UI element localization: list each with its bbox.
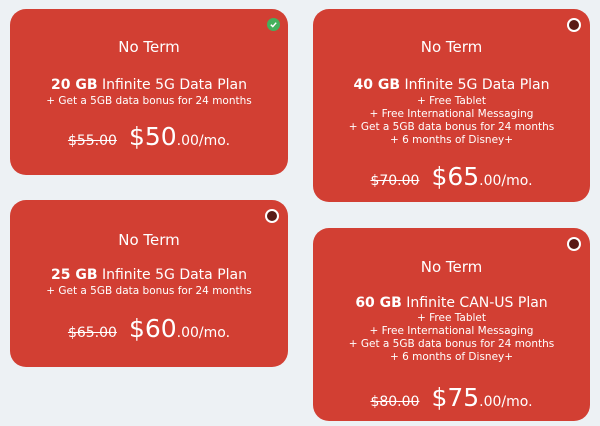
plan-extras: + Get a 5GB data bonus for 24 months	[10, 285, 288, 298]
old-price: $55.00	[67, 133, 117, 149]
price-row: $70.00 $65 .00/mo.	[313, 162, 590, 191]
new-price-suffix: .00/mo.	[479, 173, 533, 189]
radio-icon[interactable]	[567, 18, 581, 32]
old-price: $80.00	[370, 394, 420, 410]
plan-extras: + Free Tablet + Free International Messa…	[313, 312, 590, 364]
price-row: $80.00 $75 .00/mo.	[313, 383, 590, 412]
new-price-suffix: .00/mo.	[176, 133, 231, 149]
price-row: $65.00 $60 .00/mo.	[10, 314, 288, 343]
plan-card-60gb[interactable]: No Term 60 GB Infinite CAN-US Plan + Fre…	[313, 228, 590, 421]
extra-item: + 6 months of Disney+	[389, 134, 514, 146]
plan-title: 60 GB Infinite CAN-US Plan	[355, 295, 548, 311]
term-label: No Term	[118, 231, 180, 249]
plan-card-40gb[interactable]: No Term 40 GB Infinite 5G Data Plan + Fr…	[313, 9, 590, 202]
term-label: No Term	[118, 38, 180, 56]
price-row: $55.00 $50 .00/mo.	[10, 122, 288, 151]
term-label: No Term	[420, 258, 483, 276]
old-price: $65.00	[67, 325, 117, 341]
new-price-suffix: .00/mo.	[176, 325, 231, 341]
extra-item: + Get a 5GB data bonus for 24 months	[348, 121, 555, 133]
plan-card-20gb[interactable]: No Term 20 GB Infinite 5G Data Plan + Ge…	[10, 9, 288, 175]
new-price: $65	[431, 162, 480, 191]
extra-item: + Get a 5GB data bonus for 24 months	[348, 338, 555, 350]
extra-item: + Free International Messaging	[369, 108, 534, 120]
plan-title: 40 GB Infinite 5G Data Plan	[353, 77, 550, 93]
check-circle-icon	[267, 18, 280, 31]
plan-extras: + Get a 5GB data bonus for 24 months	[10, 95, 288, 108]
extra-item: + Get a 5GB data bonus for 24 months	[46, 95, 252, 107]
radio-icon[interactable]	[567, 237, 581, 251]
radio-icon[interactable]	[265, 209, 279, 223]
plan-card-25gb[interactable]: No Term 25 GB Infinite 5G Data Plan + Ge…	[10, 200, 288, 367]
extra-item: + Free Tablet	[416, 312, 487, 324]
plan-extras: + Free Tablet + Free International Messa…	[313, 95, 590, 147]
new-price-suffix: .00/mo.	[479, 394, 533, 410]
old-price: $70.00	[370, 173, 420, 189]
extra-item: + Free International Messaging	[369, 325, 534, 337]
new-price: $50	[128, 122, 177, 151]
new-price: $60	[128, 314, 177, 343]
new-price: $75	[431, 383, 480, 412]
plan-title: 25 GB Infinite 5G Data Plan	[51, 267, 247, 283]
extra-item: + Get a 5GB data bonus for 24 months	[46, 285, 252, 297]
extra-item: + Free Tablet	[416, 95, 487, 107]
term-label: No Term	[420, 38, 483, 56]
extra-item: + 6 months of Disney+	[389, 351, 514, 363]
plan-title: 20 GB Infinite 5G Data Plan	[51, 77, 247, 93]
